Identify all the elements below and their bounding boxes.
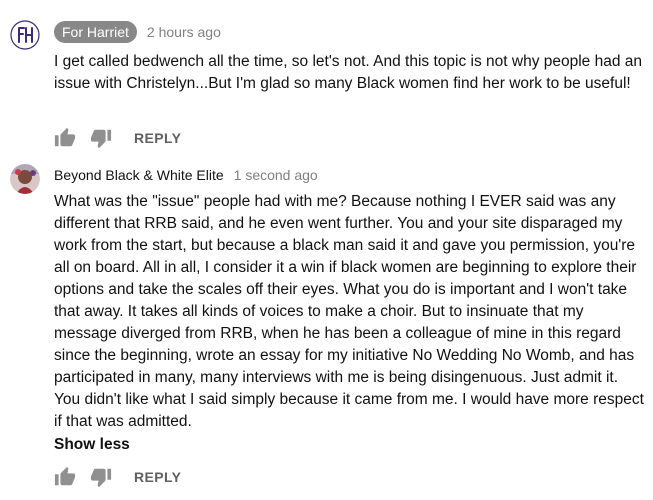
comment-text: What was the "issue" people had with me?… [54, 191, 644, 433]
comment-1: For Harriet 2 hours ago I get called bed… [0, 0, 653, 160]
fh-monogram-icon [10, 20, 40, 50]
timestamp[interactable]: 1 second ago [234, 167, 318, 183]
comment-header: Beyond Black & White Elite 1 second ago [54, 164, 318, 186]
thumbs-up-icon[interactable] [54, 466, 76, 488]
comment-body: What was the "issue" people had with me?… [54, 193, 644, 430]
comment-actions: REPLY [54, 126, 181, 150]
comment-2: Beyond Black & White Elite 1 second ago … [0, 160, 653, 500]
photo-avatar-icon [10, 164, 40, 194]
comment-text: I get called bedwench all the time, so l… [54, 51, 644, 95]
avatar[interactable] [10, 164, 40, 194]
comment-actions: REPLY [54, 465, 181, 489]
author-name[interactable]: For Harriet [54, 21, 137, 43]
thumbs-up-icon[interactable] [54, 127, 76, 149]
timestamp[interactable]: 2 hours ago [147, 24, 221, 40]
comment-header: For Harriet 2 hours ago [54, 21, 221, 43]
author-name[interactable]: Beyond Black & White Elite [54, 167, 224, 183]
reply-button[interactable]: REPLY [134, 130, 181, 146]
reply-button[interactable]: REPLY [134, 469, 181, 485]
avatar[interactable] [10, 20, 40, 50]
show-less-button[interactable]: Show less [54, 436, 130, 454]
thumbs-down-icon[interactable] [90, 127, 112, 149]
thumbs-down-icon[interactable] [90, 466, 112, 488]
comment-body: I get called bedwench all the time, so l… [54, 53, 643, 92]
